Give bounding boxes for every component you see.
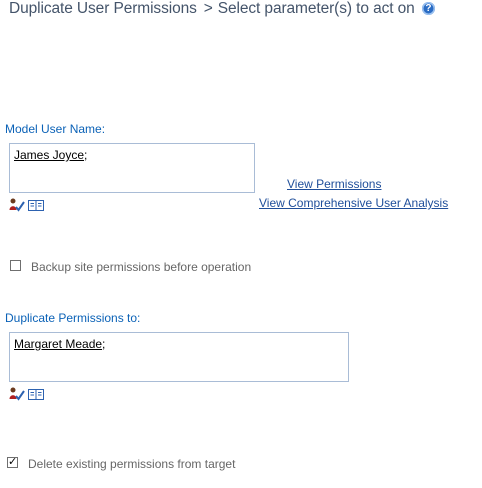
check-names-icon[interactable] bbox=[9, 387, 25, 401]
view-permissions-link[interactable]: View Permissions bbox=[287, 177, 381, 191]
target-user-entity[interactable]: Margaret Meade bbox=[14, 337, 102, 351]
checkmark-icon: ✓ bbox=[8, 456, 18, 468]
address-book-icon[interactable] bbox=[28, 388, 44, 401]
target-user-separator: ; bbox=[102, 337, 106, 351]
backup-checkbox-label[interactable]: Backup site permissions before operation bbox=[31, 260, 251, 274]
help-icon[interactable]: ? bbox=[421, 2, 435, 15]
delete-existing-label[interactable]: Delete existing permissions from target bbox=[28, 457, 235, 471]
model-user-tools bbox=[9, 198, 44, 212]
model-user-picker[interactable]: James Joyce; bbox=[9, 143, 255, 193]
view-user-analysis-link[interactable]: View Comprehensive User Analysis bbox=[259, 196, 448, 210]
model-user-separator: ; bbox=[84, 148, 88, 162]
page-subtitle: Select parameter(s) to act on bbox=[217, 0, 415, 17]
page-title: Duplicate User Permissions > Select parame… bbox=[9, 0, 435, 18]
breadcrumb-separator: > bbox=[203, 0, 213, 17]
address-book-icon[interactable] bbox=[28, 199, 44, 212]
page-title-text: Duplicate User Permissions bbox=[9, 0, 197, 17]
model-user-entity[interactable]: James Joyce bbox=[14, 148, 84, 162]
target-user-picker[interactable]: Margaret Meade; bbox=[9, 332, 349, 382]
check-names-icon[interactable] bbox=[9, 198, 25, 212]
model-user-label: Model User Name: bbox=[5, 122, 106, 136]
target-user-tools bbox=[9, 387, 44, 401]
backup-checkbox[interactable] bbox=[10, 260, 21, 271]
delete-existing-checkbox[interactable]: ✓ bbox=[7, 456, 18, 468]
target-user-label: Duplicate Permissions to: bbox=[5, 311, 141, 325]
